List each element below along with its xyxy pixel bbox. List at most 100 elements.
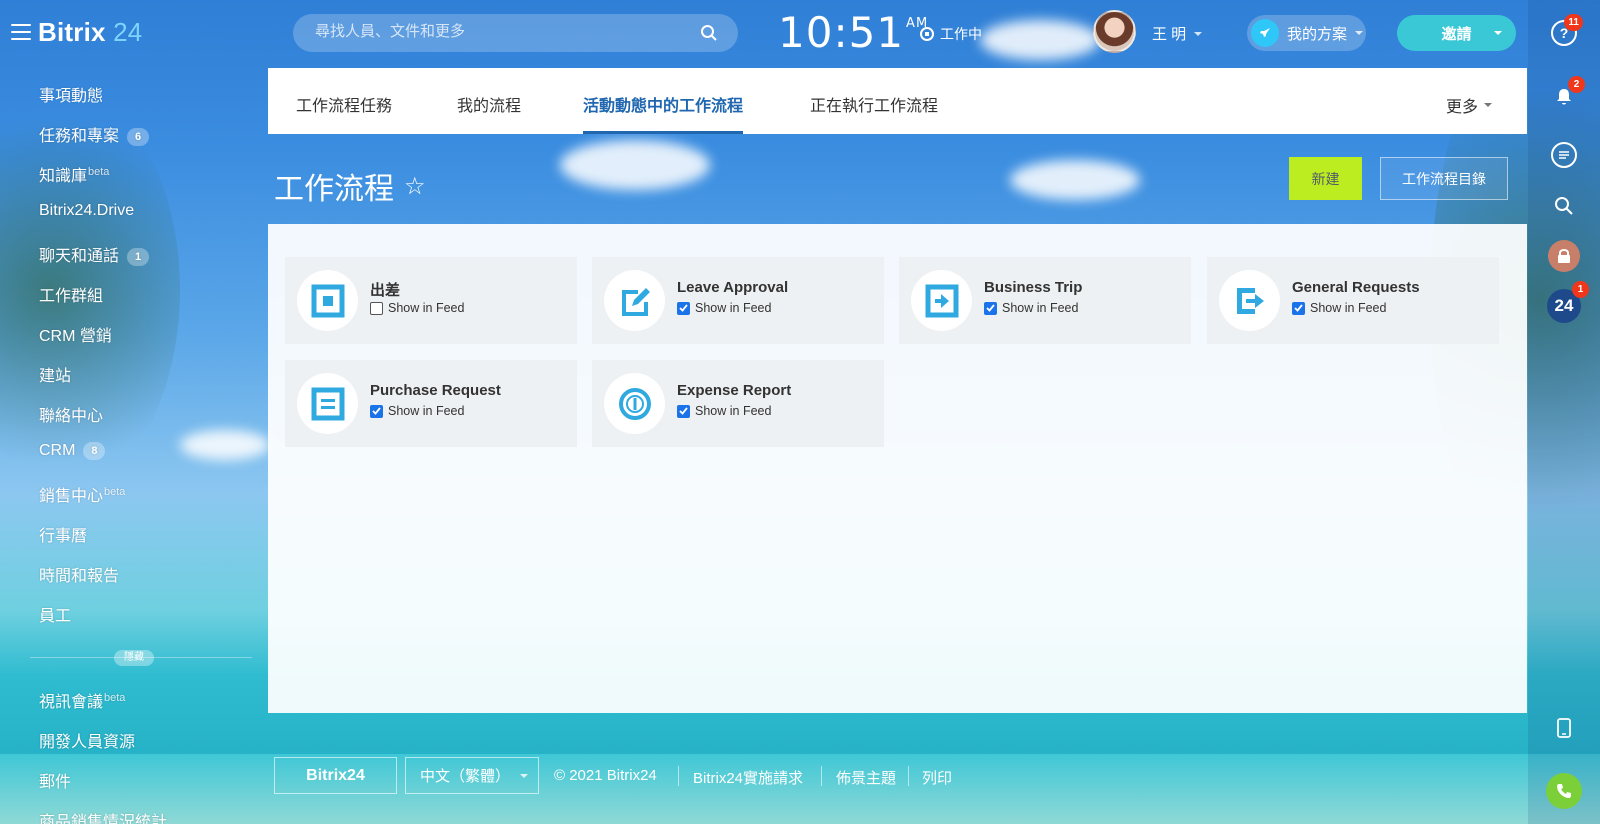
tab-running-workflows[interactable]: 正在執行工作流程 bbox=[810, 92, 938, 134]
chevron-down-icon bbox=[520, 774, 528, 778]
sidebar-item-label: 工作群組 bbox=[39, 288, 104, 305]
show-in-feed[interactable]: Show in Feed bbox=[1292, 301, 1386, 315]
invite-button[interactable]: 邀請 bbox=[1397, 15, 1516, 51]
user-name: 王 明 bbox=[1152, 26, 1187, 43]
show-in-feed[interactable]: Show in Feed bbox=[370, 301, 464, 315]
workflow-card[interactable]: General Requests Show in Feed bbox=[1207, 257, 1499, 344]
sidebar-item-contact-center[interactable]: 聯絡中心 bbox=[39, 402, 103, 426]
show-in-feed-label: Show in Feed bbox=[388, 404, 465, 418]
beta-label: beta bbox=[104, 691, 126, 704]
show-in-feed-checkbox[interactable] bbox=[984, 301, 997, 315]
workflow-card[interactable]: Leave Approval Show in Feed bbox=[592, 257, 884, 344]
work-status-label: 工作中 bbox=[940, 26, 982, 42]
workflow-card[interactable]: 出差 Show in Feed bbox=[285, 257, 577, 344]
bell-icon[interactable]: 2 bbox=[1551, 76, 1585, 110]
page-title-row: 工作流程 ☆ bbox=[274, 164, 426, 208]
tab-workflow-tasks[interactable]: 工作流程任務 bbox=[296, 92, 392, 134]
workflow-card[interactable]: Purchase Request Show in Feed bbox=[285, 360, 577, 447]
sidebar-item-knowledge-base[interactable]: 知識庫beta bbox=[39, 162, 109, 186]
bitrix24-icon[interactable]: 24 1 bbox=[1547, 281, 1589, 323]
arrow-right-icon bbox=[911, 270, 972, 331]
search-icon[interactable] bbox=[1551, 193, 1577, 219]
sidebar-item-sales-stats[interactable]: 商品銷售情況統計 bbox=[39, 808, 167, 824]
sidebar-item-employees[interactable]: 員工 bbox=[39, 602, 71, 626]
sidebar-item-label: Bitrix24.Drive bbox=[39, 202, 135, 219]
sidebar-item-crm-marketing[interactable]: CRM 營銷 bbox=[39, 322, 112, 346]
show-in-feed[interactable]: Show in Feed bbox=[677, 301, 771, 315]
coin-icon bbox=[604, 373, 665, 434]
sidebar-item-mail[interactable]: 郵件 bbox=[39, 768, 71, 792]
sidebar-count-badge: 6 bbox=[127, 128, 150, 146]
star-icon[interactable]: ☆ bbox=[404, 172, 426, 201]
tab-my-processes[interactable]: 我的流程 bbox=[457, 92, 521, 134]
sidebar-hidden-toggle[interactable]: 隱藏 bbox=[114, 650, 154, 666]
sidebar-item-crm[interactable]: CRM 8 bbox=[39, 442, 106, 460]
print-link[interactable]: 列印 bbox=[922, 767, 952, 788]
help-icon[interactable]: ? 11 bbox=[1551, 14, 1583, 46]
show-in-feed-label: Show in Feed bbox=[1002, 301, 1079, 315]
workflow-card[interactable]: Business Trip Show in Feed bbox=[899, 257, 1191, 344]
device-icon[interactable] bbox=[1551, 715, 1577, 741]
search-input[interactable] bbox=[315, 23, 685, 40]
sidebar-item-label: 視訊會議 bbox=[39, 694, 104, 711]
tab-feed-workflows[interactable]: 活動動態中的工作流程 bbox=[583, 92, 744, 134]
show-in-feed[interactable]: Show in Feed bbox=[677, 404, 771, 418]
show-in-feed-checkbox[interactable] bbox=[677, 404, 690, 418]
footer: Bitrix24 中文（繁體） © 2021 Bitrix24 Bitrix24… bbox=[274, 757, 1034, 795]
show-in-feed-label: Show in Feed bbox=[695, 301, 772, 315]
invite-label: 邀請 bbox=[1441, 25, 1472, 43]
work-status[interactable]: 工作中 bbox=[920, 24, 982, 44]
user-menu[interactable]: 王 明 bbox=[1152, 23, 1203, 44]
phone-icon[interactable] bbox=[1546, 773, 1582, 809]
square-icon bbox=[297, 270, 358, 331]
lock-icon[interactable] bbox=[1548, 240, 1580, 272]
theme-link[interactable]: 佈景主題 bbox=[836, 767, 896, 788]
app-logo[interactable]: Bitrix 24 bbox=[38, 17, 142, 48]
menu-icon[interactable] bbox=[11, 24, 31, 40]
sidebar-item-calendar[interactable]: 行事曆 bbox=[39, 522, 87, 546]
sidebar-item-sales-center[interactable]: 銷售中心beta bbox=[39, 482, 125, 506]
sidebar-item-sites[interactable]: 建站 bbox=[39, 362, 71, 386]
new-button[interactable]: 新建 bbox=[1289, 157, 1362, 200]
my-plan-label: 我的方案 bbox=[1287, 25, 1348, 43]
show-in-feed-label: Show in Feed bbox=[388, 301, 465, 315]
sidebar-item-drive[interactable]: Bitrix24.Drive bbox=[39, 202, 134, 220]
workflow-catalog-button[interactable]: 工作流程目錄 bbox=[1380, 157, 1508, 200]
background-cloud bbox=[1010, 160, 1140, 200]
avatar[interactable] bbox=[1093, 10, 1136, 53]
sidebar-item-label: 開發人員資源 bbox=[39, 734, 136, 751]
clock[interactable]: 10:51 AM bbox=[778, 8, 928, 57]
tab-more[interactable]: 更多 bbox=[1446, 93, 1492, 117]
search-icon[interactable] bbox=[700, 24, 718, 42]
show-in-feed[interactable]: Show in Feed bbox=[984, 301, 1078, 315]
sidebar-item-time-reports[interactable]: 時間和報告 bbox=[39, 562, 119, 586]
footer-logo[interactable]: Bitrix24 bbox=[274, 757, 397, 794]
show-in-feed-label: Show in Feed bbox=[1310, 301, 1387, 315]
workflow-card[interactable]: Expense Report Show in Feed bbox=[592, 360, 884, 447]
chevron-down-icon bbox=[1355, 31, 1364, 35]
workflow-grid-panel: 出差 Show in Feed Leave Approval Show in F… bbox=[268, 224, 1527, 713]
sidebar-item-video-conference[interactable]: 視訊會議beta bbox=[39, 688, 125, 712]
bell-badge: 2 bbox=[1568, 76, 1585, 93]
background-cloud bbox=[560, 140, 710, 190]
show-in-feed-checkbox[interactable] bbox=[1292, 301, 1305, 315]
show-in-feed-checkbox[interactable] bbox=[370, 404, 383, 418]
copyright-text: © 2021 Bitrix24 bbox=[554, 767, 657, 784]
sidebar-item-tasks[interactable]: 任務和專案 6 bbox=[39, 122, 150, 146]
sidebar-item-workgroups[interactable]: 工作群組 bbox=[39, 282, 103, 306]
my-plan-button[interactable]: 我的方案 bbox=[1247, 15, 1366, 51]
sidebar-count-badge: 8 bbox=[83, 442, 106, 460]
sidebar-item-developer-resources[interactable]: 開發人員資源 bbox=[39, 728, 135, 752]
language-select[interactable]: 中文（繁體） bbox=[405, 757, 539, 794]
chat-icon[interactable] bbox=[1551, 142, 1577, 168]
show-in-feed-checkbox[interactable] bbox=[370, 301, 383, 315]
sidebar-item-chat[interactable]: 聊天和通話 1 bbox=[39, 242, 150, 266]
show-in-feed-checkbox[interactable] bbox=[677, 301, 690, 315]
show-in-feed[interactable]: Show in Feed bbox=[370, 404, 464, 418]
workflow-title: General Requests bbox=[1292, 279, 1420, 296]
sidebar-item-feed[interactable]: 事項動態 bbox=[39, 82, 103, 106]
bitrix24-rail-label: 24 bbox=[1554, 296, 1574, 315]
implementation-request-link[interactable]: Bitrix24實施請求 bbox=[693, 767, 803, 788]
chevron-down-icon bbox=[1494, 31, 1502, 35]
workflow-title: Purchase Request bbox=[370, 382, 501, 399]
